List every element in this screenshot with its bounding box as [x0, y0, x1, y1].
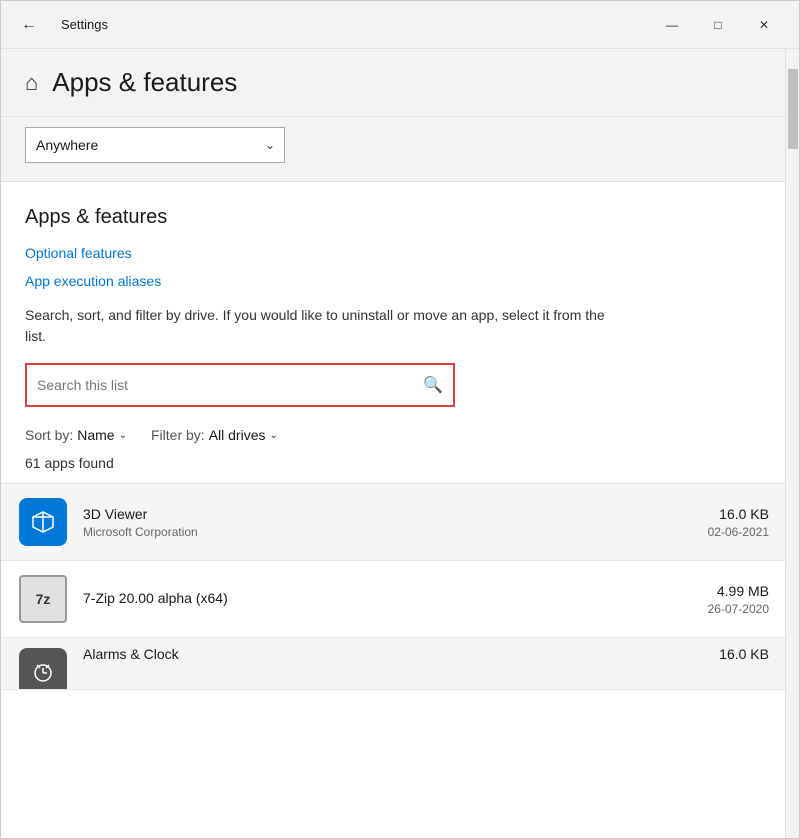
sort-filter-bar: Sort by: Name ⌄ Filter by: All drives ⌄	[25, 427, 761, 443]
window-controls: — □ ✕	[649, 1, 787, 49]
search-box-container: 🔍	[25, 363, 455, 407]
app-execution-aliases-link[interactable]: App execution aliases	[25, 273, 761, 289]
app-item-alarms[interactable]: Alarms & Clock 16.0 KB	[1, 638, 785, 690]
filter-label: Filter by:	[151, 427, 205, 443]
sort-value: Name	[77, 427, 114, 443]
minimize-button[interactable]: —	[649, 1, 695, 49]
sort-label: Sort by:	[25, 427, 73, 443]
app-icon-wrapper-3d-viewer	[17, 496, 69, 548]
scrollbar[interactable]	[785, 49, 799, 838]
main-panel: ⌂ Apps & features Anywhere Microsoft Sto…	[1, 49, 785, 838]
filter-chevron-icon: ⌄	[269, 430, 277, 441]
page-header: ⌂ Apps & features	[1, 49, 785, 117]
app-icon-7zip: 7z	[19, 575, 67, 623]
app-info-3d-viewer: 3D Viewer Microsoft Corporation	[83, 506, 692, 539]
sort-chevron-icon: ⌄	[119, 430, 127, 441]
app-date-7zip: 26-07-2020	[708, 602, 769, 616]
app-name-alarms: Alarms & Clock	[83, 646, 703, 662]
section-title: Apps & features	[25, 206, 761, 229]
search-input[interactable]	[27, 365, 453, 405]
home-icon: ⌂	[25, 70, 38, 96]
app-size-3d-viewer: 16.0 KB	[708, 506, 769, 522]
app-size-alarms: 16.0 KB	[719, 646, 769, 662]
settings-window: ← Settings — □ ✕ ⌂ Apps & features Anywh…	[0, 0, 800, 839]
apps-count: 61 apps found	[25, 455, 761, 471]
app-meta-alarms: 16.0 KB	[719, 646, 769, 665]
filter-value: All drives	[209, 427, 266, 443]
app-icon-wrapper-alarms	[17, 646, 69, 690]
app-item-3d-viewer[interactable]: 3D Viewer Microsoft Corporation 16.0 KB …	[1, 484, 785, 561]
dropdown-area: Anywhere Microsoft Store only Anywhere, …	[1, 117, 785, 182]
description-text: Search, sort, and filter by drive. If yo…	[25, 305, 625, 347]
title-bar: ← Settings — □ ✕	[1, 1, 799, 49]
app-info-7zip: 7-Zip 20.00 alpha (x64)	[83, 590, 692, 609]
app-icon-3d-viewer	[19, 498, 67, 546]
maximize-button[interactable]: □	[695, 1, 741, 49]
app-name-3d-viewer: 3D Viewer	[83, 506, 692, 522]
app-size-7zip: 4.99 MB	[708, 583, 769, 599]
anywhere-dropdown-wrapper: Anywhere Microsoft Store only Anywhere, …	[25, 127, 285, 163]
app-name-7zip: 7-Zip 20.00 alpha (x64)	[83, 590, 692, 606]
back-button[interactable]: ←	[13, 9, 45, 41]
window-title: Settings	[61, 17, 108, 32]
app-date-3d-viewer: 02-06-2021	[708, 525, 769, 539]
scrollbar-thumb[interactable]	[788, 69, 798, 149]
app-icon-alarms	[19, 648, 67, 690]
app-publisher-3d-viewer: Microsoft Corporation	[83, 525, 692, 539]
page-title: Apps & features	[52, 67, 237, 98]
app-icon-wrapper-7zip: 7z	[17, 573, 69, 625]
app-item-7zip[interactable]: 7z 7-Zip 20.00 alpha (x64) 4.99 MB 26-07…	[1, 561, 785, 638]
filter-by-control[interactable]: Filter by: All drives ⌄	[151, 427, 278, 443]
close-button[interactable]: ✕	[741, 1, 787, 49]
sort-by-control[interactable]: Sort by: Name ⌄	[25, 427, 127, 443]
title-bar-left: ← Settings	[13, 9, 108, 41]
content-area: ⌂ Apps & features Anywhere Microsoft Sto…	[1, 49, 799, 838]
optional-features-link[interactable]: Optional features	[25, 245, 761, 261]
app-meta-3d-viewer: 16.0 KB 02-06-2021	[708, 506, 769, 539]
app-list: 3D Viewer Microsoft Corporation 16.0 KB …	[1, 483, 785, 690]
app-meta-7zip: 4.99 MB 26-07-2020	[708, 583, 769, 616]
section-content: Apps & features Optional features App ex…	[1, 182, 785, 471]
app-info-alarms: Alarms & Clock	[83, 646, 703, 665]
install-source-dropdown[interactable]: Anywhere Microsoft Store only Anywhere, …	[25, 127, 285, 163]
